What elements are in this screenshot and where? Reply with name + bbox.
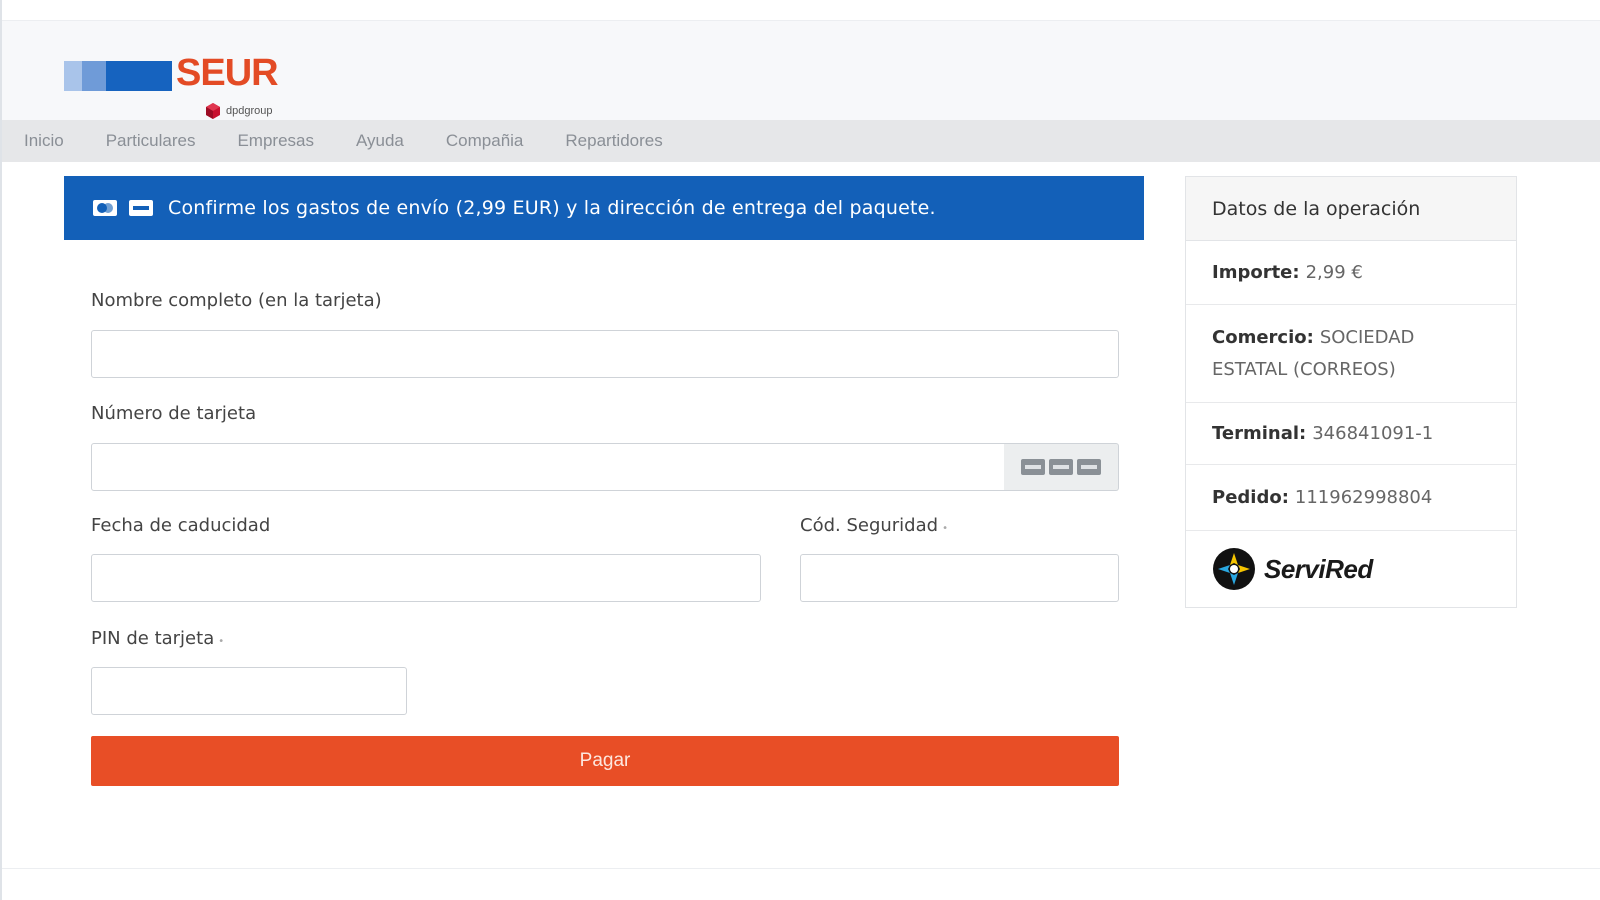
card-pin-input[interactable] [91, 667, 407, 715]
nav-item-inicio[interactable]: Inicio [24, 120, 64, 162]
payment-page: SEUR dpdgroup Inicio Particulares Empres… [0, 0, 1600, 900]
servired-wordmark: ServiRed [1264, 554, 1373, 584]
terminal-row: Terminal: 346841091-1 [1186, 403, 1516, 465]
logo-bars [64, 61, 172, 91]
visa-card-icon [1021, 459, 1045, 475]
alert-text: Confirme los gastos de envío (2,99 EUR) … [168, 197, 936, 219]
expiry-date-label: Fecha de caducidad [91, 515, 271, 536]
servired-emblem-icon [1213, 548, 1255, 590]
amount-row: Importe: 2,99 € [1186, 241, 1516, 305]
security-code-input[interactable] [800, 554, 1119, 602]
card-brand-icon [129, 200, 153, 216]
order-row: Pedido: 111962998804 [1186, 465, 1516, 531]
main-nav: Inicio Particulares Empresas Ayuda Compa… [2, 120, 1600, 162]
security-code-label: Cód. Seguridad • [800, 515, 948, 536]
card-number-input[interactable] [91, 443, 1005, 491]
dpd-cube-icon [206, 103, 220, 119]
site-header: SEUR dpdgroup [2, 20, 1600, 120]
servired-row: ServiRed [1186, 531, 1516, 607]
nav-item-repartidores[interactable]: Repartidores [565, 120, 662, 162]
nav-item-compania[interactable]: Compañia [446, 120, 524, 162]
card-pin-label: PIN de tarjeta • [91, 628, 225, 649]
logo-subbrand: dpdgroup [204, 101, 273, 121]
seur-logo[interactable]: SEUR dpdgroup [64, 39, 304, 119]
logo-wordmark: SEUR [176, 52, 279, 94]
info-alert: Confirme los gastos de envío (2,99 EUR) … [64, 176, 1144, 240]
footer-divider [2, 868, 1600, 869]
card-brands-addon [1004, 443, 1119, 491]
operation-details-panel: Datos de la operación Importe: 2,99 € Com… [1185, 176, 1517, 608]
required-marker: • [218, 636, 225, 647]
servired-logo: ServiRed [1212, 547, 1373, 591]
expiry-date-input[interactable] [91, 554, 761, 602]
nav-item-particulares[interactable]: Particulares [106, 120, 196, 162]
card-number-label: Número de tarjeta [91, 403, 257, 424]
merchant-row: Comercio: SOCIEDAD ESTATAL (CORREOS) [1186, 305, 1516, 403]
cardholder-name-input[interactable] [91, 330, 1119, 378]
logo-subtext: dpdgroup [226, 105, 273, 117]
panel-title: Datos de la operación [1186, 177, 1516, 241]
pay-button[interactable]: Pagar [91, 736, 1119, 786]
nav-item-ayuda[interactable]: Ayuda [356, 120, 404, 162]
card-icon [93, 200, 117, 216]
mastercard-icon [1077, 459, 1101, 475]
cardholder-name-label: Nombre completo (en la tarjeta) [91, 290, 382, 311]
generic-card-icon [1049, 459, 1073, 475]
nav-item-empresas[interactable]: Empresas [237, 120, 314, 162]
required-marker: • [942, 523, 948, 534]
